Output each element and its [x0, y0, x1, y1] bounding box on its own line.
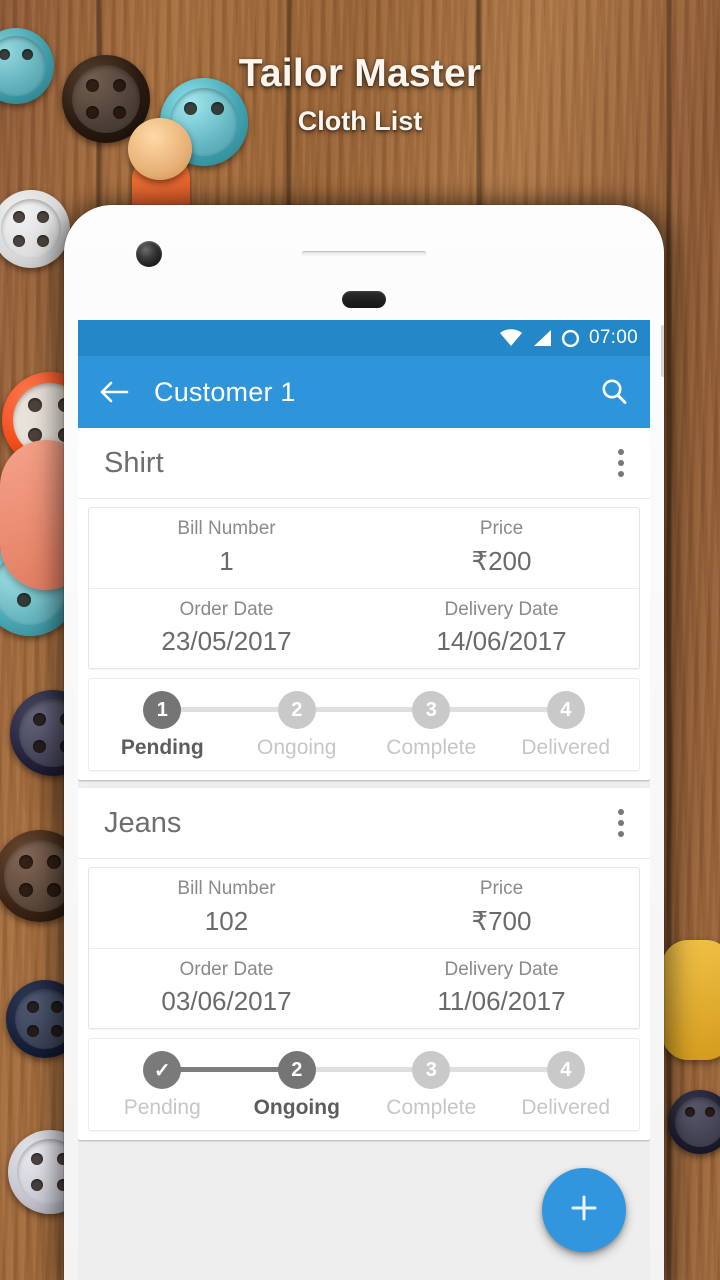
app-bar: Customer 1: [78, 356, 650, 428]
step-marker: 3: [412, 1051, 451, 1090]
step-marker: 1: [143, 691, 182, 730]
step-connector: [162, 707, 297, 713]
step-marker: 3: [412, 691, 451, 730]
promo-title: Tailor Master: [238, 52, 482, 95]
promo-subtitle: Cloth List: [297, 106, 423, 136]
bill-number-cell: Bill Number 1: [89, 508, 364, 588]
step-ongoing[interactable]: 2 Ongoing: [230, 1051, 432, 1120]
status-stepper[interactable]: 1 Pending 2 Ongoing 3 Complete 4 Deliver…: [88, 678, 640, 772]
page-title: Customer 1: [154, 376, 296, 407]
step-delivered[interactable]: 4 Delivered: [499, 1051, 634, 1120]
step-marker: 4: [546, 1051, 585, 1090]
step-label: Ongoing: [253, 1096, 340, 1120]
plus-icon: [566, 1190, 602, 1231]
order-date-cell: Order Date 03/06/2017: [89, 949, 364, 1029]
price-label: Price: [479, 878, 524, 900]
info-panel: Bill Number 102 Price ₹700 Order Date 03…: [88, 867, 640, 1030]
phone-side-button: [661, 325, 664, 377]
step-connector: [431, 707, 566, 713]
bill-number-label: Bill Number: [177, 878, 276, 900]
wifi-icon: [499, 329, 523, 347]
bill-number-value: 1: [219, 545, 234, 576]
cloth-name: Shirt: [104, 446, 164, 479]
decor-button: [0, 190, 70, 268]
step-marker: 2: [277, 691, 316, 730]
delivery-date-value: 11/06/2017: [437, 986, 566, 1017]
earpiece-speaker: [302, 251, 426, 256]
phone-screen: 07:00 Customer 1 Shirt Bill Number 1 Pri…: [78, 320, 650, 1280]
info-panel: Bill Number 1 Price ₹200 Order Date 23/0…: [88, 507, 640, 670]
signal-icon: [532, 329, 552, 347]
delivery-date-label: Delivery Date: [444, 958, 559, 980]
step-pending[interactable]: 1 Pending: [95, 691, 297, 760]
step-label: Pending: [123, 1096, 201, 1120]
step-connector: [296, 707, 432, 713]
kebab-menu-icon[interactable]: [608, 803, 634, 843]
back-arrow-icon[interactable]: [98, 376, 130, 408]
info-row: Order Date 03/06/2017 Delivery Date 11/0…: [89, 947, 639, 1029]
add-cloth-fab[interactable]: [542, 1168, 626, 1252]
bill-number-value: 102: [204, 905, 249, 936]
promo-background: Tailor Master Cloth List 07:00 Customer …: [0, 0, 720, 1280]
decor-thread-spool: [662, 940, 720, 1060]
kebab-menu-icon[interactable]: [608, 443, 634, 483]
order-date-label: Order Date: [179, 598, 274, 620]
step-label: Delivered: [521, 736, 611, 760]
step-marker: 2: [277, 1051, 316, 1090]
price-value: ₹200: [471, 545, 532, 576]
order-date-label: Order Date: [179, 958, 274, 980]
step-complete[interactable]: 3 Complete: [364, 691, 566, 760]
step-delivered[interactable]: 4 Delivered: [499, 691, 634, 760]
card-header[interactable]: Shirt: [78, 428, 650, 499]
status-stepper[interactable]: ✓ Pending 2 Ongoing 3 Complete 4 Deliver…: [88, 1038, 640, 1132]
order-date-value: 03/06/2017: [161, 986, 292, 1017]
order-date-cell: Order Date 23/05/2017: [89, 589, 364, 669]
bill-number-label: Bill Number: [177, 518, 276, 539]
step-label: Complete: [386, 1096, 477, 1120]
cloth-card[interactable]: Shirt Bill Number 1 Price ₹200 Order Dat…: [78, 428, 650, 781]
delivery-date-cell: Delivery Date 14/06/2017: [364, 589, 639, 669]
delivery-date-value: 14/06/2017: [436, 626, 567, 657]
decor-button: [668, 1090, 720, 1154]
phone-mockup: 07:00 Customer 1 Shirt Bill Number 1 Pri…: [64, 205, 664, 1280]
bill-number-cell: Bill Number 102: [89, 868, 364, 948]
search-icon[interactable]: [598, 376, 630, 408]
cloth-list[interactable]: Shirt Bill Number 1 Price ₹200 Order Dat…: [78, 428, 650, 1280]
info-row: Order Date 23/05/2017 Delivery Date 14/0…: [89, 587, 639, 669]
step-marker: 4: [546, 691, 585, 730]
order-date-value: 23/05/2017: [161, 626, 292, 657]
step-label: Delivered: [521, 1096, 611, 1120]
step-label: Pending: [120, 736, 204, 760]
step-marker: ✓: [143, 1051, 182, 1090]
status-bar: 07:00: [78, 320, 650, 356]
price-cell: Price ₹200: [364, 508, 639, 588]
price-cell: Price ₹700: [364, 868, 639, 948]
phone-top-bezel: [64, 205, 664, 320]
card-header[interactable]: Jeans: [78, 788, 650, 860]
step-label: Complete: [386, 736, 477, 760]
delivery-date-label: Delivery Date: [444, 598, 559, 620]
step-connector: [162, 1067, 297, 1073]
step-connector: [296, 1067, 432, 1073]
step-ongoing[interactable]: 2 Ongoing: [230, 691, 432, 760]
info-row: Bill Number 102 Price ₹700: [89, 868, 639, 948]
price-label: Price: [479, 518, 524, 539]
proximity-sensor: [342, 291, 386, 308]
delivery-date-cell: Delivery Date 11/06/2017: [364, 949, 639, 1029]
step-label: Ongoing: [257, 736, 337, 760]
step-connector: [431, 1067, 566, 1073]
battery-circle-icon: [561, 329, 580, 348]
cloth-name: Jeans: [104, 806, 182, 839]
step-pending[interactable]: ✓ Pending: [95, 1051, 297, 1120]
price-value: ₹700: [471, 905, 532, 936]
info-row: Bill Number 1 Price ₹200: [89, 508, 639, 588]
cloth-card[interactable]: Jeans Bill Number 102 Price ₹700 Order D…: [78, 788, 650, 1141]
front-camera-icon: [136, 241, 162, 267]
step-complete[interactable]: 3 Complete: [364, 1051, 566, 1120]
status-clock: 07:00: [588, 327, 638, 348]
